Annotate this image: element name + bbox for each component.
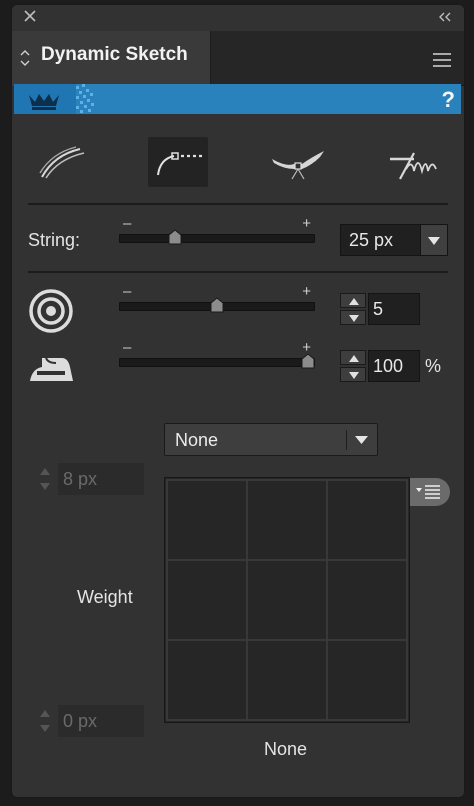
multi-stroke-icon [39,146,85,179]
iron-percent-field[interactable]: 100 [368,350,420,382]
stroke-mode-button[interactable] [34,137,94,187]
iron-icon [30,357,73,381]
string-slider[interactable]: – + [119,215,315,253]
close-icon[interactable] [22,8,38,24]
profile-dropdown[interactable]: None [164,423,378,456]
dropdown-divider [346,430,347,450]
up-down-arrows-icon [40,468,50,490]
slider-thumb[interactable] [210,297,224,313]
string-curve-icon [157,152,202,176]
profile-dropdown-value: None [175,430,219,450]
panel-title: Dynamic Sketch [41,44,188,65]
profile-grid-lines [166,479,408,721]
scribble-mode-button[interactable] [384,137,444,187]
weight-label: Weight [77,587,133,607]
triangle-up-icon [349,298,359,305]
string-size-combo[interactable]: 25 px [340,224,448,256]
iron-slider-minus: – [123,339,132,356]
up-down-arrows-icon [40,710,50,732]
panel-tab-row: Dynamic Sketch [12,31,464,86]
slider-track[interactable] [119,358,315,367]
profile-grid[interactable] [164,477,410,723]
up-down-chevron-icon [20,50,30,66]
triangle-up-icon [349,355,359,362]
target-rings-icon [29,289,73,333]
rings-count-field[interactable]: 5 [368,293,420,325]
weight-top-value: 8 px [63,469,98,489]
tab-dynamic-sketch[interactable]: Dynamic Sketch [12,31,211,86]
percent-unit-label: % [425,356,442,376]
crown-icon [29,94,59,110]
slider-thumb[interactable] [168,229,182,245]
ribbon-icon [272,151,324,180]
divider [28,203,448,205]
iron-percent-value: 100 [373,356,404,376]
stepper-down-button[interactable] [340,310,366,325]
string-mode-button[interactable] [148,137,208,187]
plugin-banner: ? [14,84,461,114]
stepper-down-button[interactable] [340,367,366,382]
ribbon-mode-button[interactable] [268,137,328,187]
slider-thumb[interactable] [301,353,315,369]
banner-logo-area [14,84,76,114]
rings-count-value: 5 [373,299,384,319]
triangle-down-icon [355,436,368,444]
weight-top-stepper [32,463,58,495]
profile-bottom-label: None [264,739,308,759]
panel-titlebar [12,5,464,31]
weight-bottom-stepper [32,705,58,737]
triangle-down-icon [349,315,359,322]
triangle-down-icon [349,372,359,379]
mode-selector [12,125,464,197]
hamburger-menu-icon[interactable] [432,52,452,68]
help-button[interactable]: ? [442,87,455,113]
rings-slider-minus: – [123,283,132,300]
weight-top-field: 8 px [58,463,144,495]
string-size-value: 25 px [349,230,394,250]
pixel-fade-decoration [76,84,94,113]
string-label: String: [28,230,81,250]
stepper-up-button[interactable] [340,293,366,308]
stepper-up-button[interactable] [340,350,366,365]
string-slider-plus: + [302,215,311,232]
triangle-down-icon [428,237,440,245]
weight-bottom-field: 0 px [58,705,144,737]
rings-stepper[interactable] [340,293,366,325]
iron-stepper[interactable] [340,350,366,382]
iron-slider[interactable]: – + [119,339,315,377]
weight-bottom-value: 0 px [63,711,98,731]
string-slider-minus: – [123,215,132,232]
dynamic-sketch-panel: Dynamic Sketch ? String: – + 25 px – + 5… [11,4,465,798]
rings-slider-plus: + [302,283,311,300]
slider-track[interactable] [119,234,315,243]
scribble-icon [390,152,437,180]
double-chevron-left-icon[interactable] [436,10,454,24]
string-size-dropdown-button[interactable] [420,225,447,255]
divider [28,271,448,273]
rings-slider[interactable]: – + [119,283,315,321]
list-menu-icon [416,485,440,499]
profile-options-button[interactable] [410,478,450,506]
